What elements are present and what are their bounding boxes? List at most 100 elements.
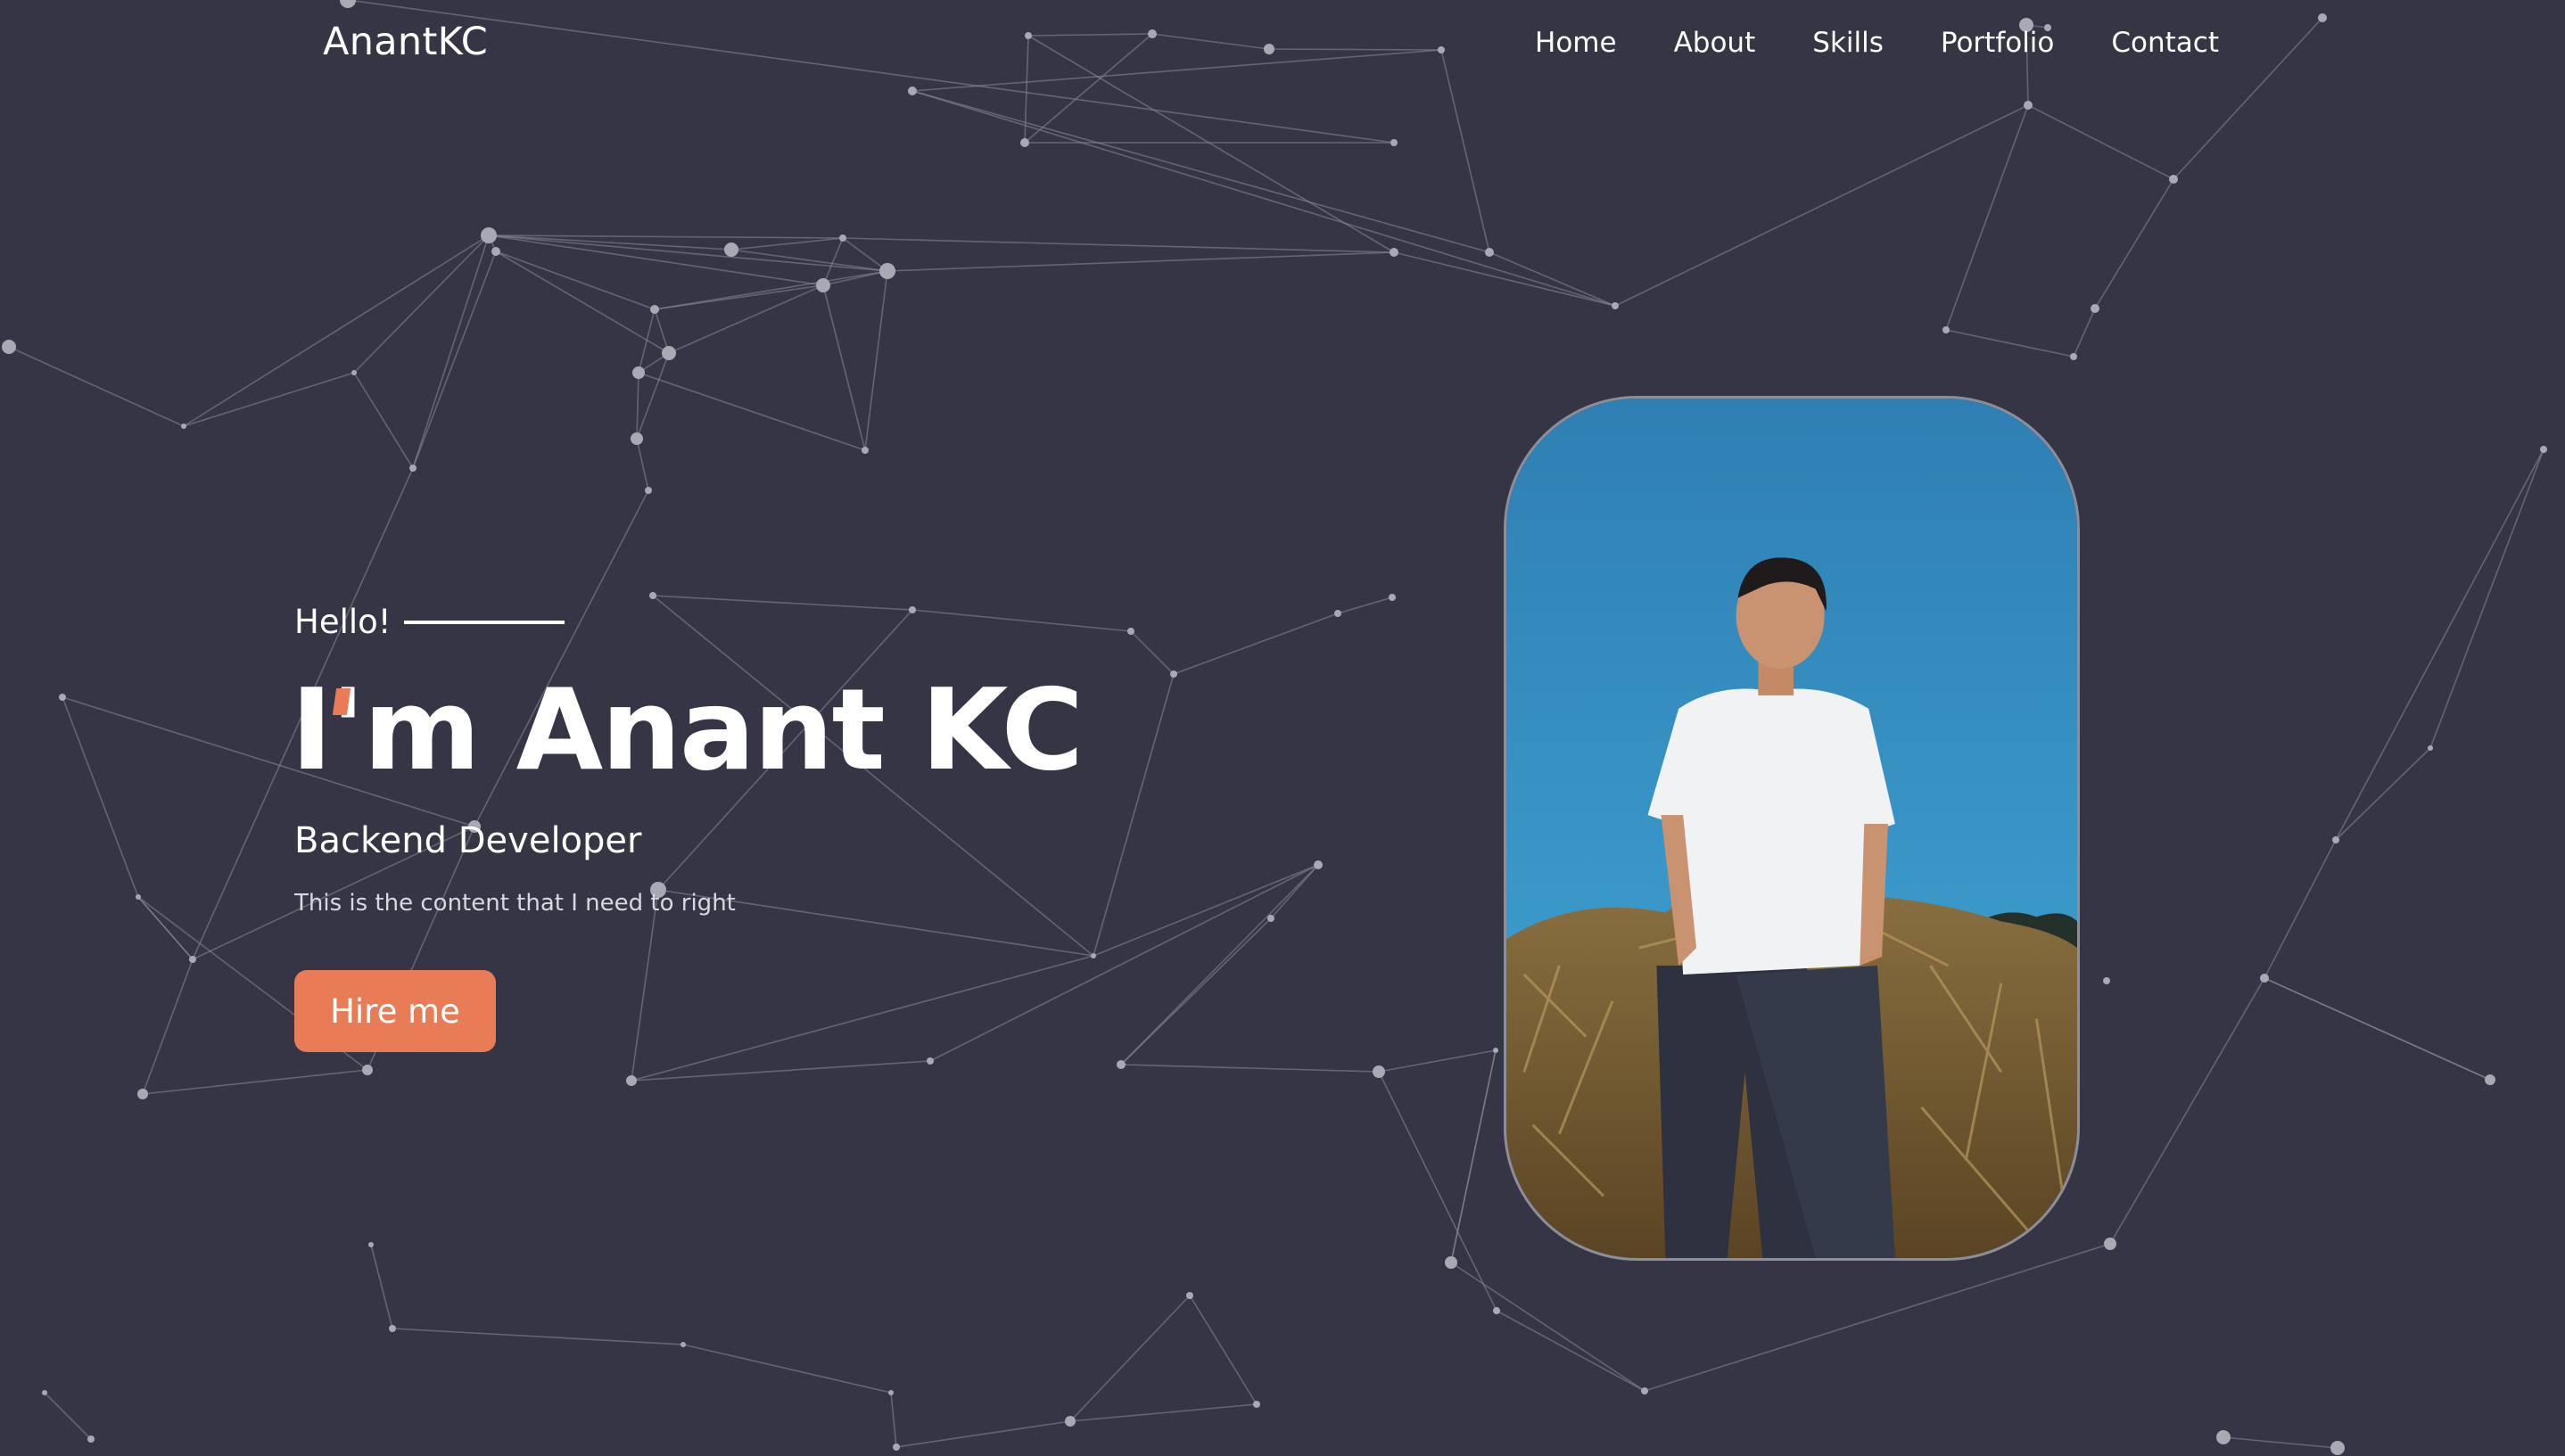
network-link (2027, 104, 2174, 180)
network-link (2335, 747, 2431, 841)
network-node (2330, 1441, 2345, 1455)
network-node (631, 432, 643, 445)
network-node (2318, 13, 2327, 22)
network-node (1091, 953, 1096, 958)
network-link (370, 1244, 393, 1329)
network-link (638, 372, 866, 451)
network-link (2335, 448, 2544, 841)
network-link (1069, 1295, 1191, 1422)
network-link (654, 284, 824, 310)
nav-about[interactable]: About (1674, 27, 1756, 59)
network-link (887, 251, 1395, 272)
network-node (2, 340, 16, 354)
main-nav: Home About Skills Portfolio Contact (1535, 27, 2219, 59)
network-link (1378, 1071, 1497, 1312)
network-node (879, 263, 895, 279)
network-link (636, 372, 639, 440)
network-link (1173, 613, 1339, 675)
network-node (2428, 745, 2433, 751)
network-link (8, 346, 185, 427)
network-node (181, 424, 186, 429)
network-node (2169, 175, 2178, 184)
network-link (347, 0, 1395, 144)
network-node (649, 592, 656, 599)
network-node (189, 956, 196, 963)
network-node (1493, 1048, 1498, 1053)
network-node (362, 1065, 373, 1075)
hire-me-button[interactable]: Hire me (294, 970, 496, 1052)
network-node (368, 1242, 374, 1247)
network-link (1496, 1310, 1645, 1392)
network-node (1390, 248, 1398, 257)
greeting-row: Hello! (294, 603, 565, 641)
network-link (44, 1392, 92, 1440)
network-link (1489, 251, 1616, 307)
network-node (481, 227, 497, 243)
network-link (1393, 251, 1616, 307)
network-node (389, 1325, 396, 1332)
network-node (2024, 101, 2033, 110)
network-link (412, 251, 497, 469)
network-link (495, 251, 656, 310)
network-link (1268, 48, 1442, 51)
hero-description: This is the content that I need to right (294, 890, 736, 917)
network-link (2073, 308, 2096, 358)
network-link (911, 609, 1132, 632)
network-link (2264, 977, 2491, 1081)
network-link (183, 234, 490, 427)
network-link (142, 958, 194, 1095)
network-link (62, 696, 139, 898)
network-link (929, 864, 1319, 1062)
network-link (2223, 1436, 2338, 1449)
network-link (1027, 33, 1153, 37)
network-node (2216, 1430, 2231, 1444)
network-link (822, 284, 866, 451)
network-node (491, 247, 500, 256)
network-link (864, 270, 888, 451)
network-link (2429, 448, 2544, 749)
network-node (2260, 974, 2269, 983)
network-node (59, 694, 66, 701)
network-node (1186, 1292, 1193, 1299)
network-link (1151, 33, 1270, 50)
network-node (1314, 860, 1323, 869)
network-node (626, 1075, 637, 1086)
network-link (1378, 1049, 1497, 1073)
network-link (1189, 1295, 1258, 1405)
brand-logo[interactable]: AnantKC (323, 20, 488, 64)
network-node (1267, 915, 1274, 922)
profile-photo (1504, 396, 2080, 1261)
network-node (650, 305, 659, 314)
network-link (652, 595, 913, 611)
network-node (888, 1390, 894, 1395)
network-node (908, 86, 917, 95)
network-link (488, 234, 844, 239)
network-node (1485, 248, 1494, 257)
network-node (2091, 304, 2099, 313)
network-link (1450, 1049, 1497, 1263)
network-node (1438, 46, 1445, 53)
greeting-divider (403, 620, 565, 624)
network-node (1445, 1256, 1457, 1269)
network-link (911, 90, 1490, 253)
network-node (2104, 1238, 2116, 1250)
network-node (816, 278, 830, 292)
network-link (412, 234, 490, 469)
nav-home[interactable]: Home (1535, 27, 1617, 59)
network-link (1120, 864, 1319, 1065)
network-link (911, 90, 1616, 307)
network-link (654, 270, 888, 310)
network-link (842, 237, 1395, 253)
network-node (862, 447, 869, 454)
network-node (340, 0, 356, 8)
network-node (87, 1435, 95, 1443)
nav-skills[interactable]: Skills (1812, 27, 1884, 59)
network-node (1117, 1060, 1126, 1069)
network-link (631, 955, 1094, 1082)
network-node (1020, 138, 1029, 147)
network-node (1612, 302, 1619, 309)
network-node (351, 370, 357, 375)
nav-portfolio[interactable]: Portfolio (1941, 27, 2055, 59)
network-node (2070, 353, 2077, 360)
nav-contact[interactable]: Contact (2111, 27, 2219, 59)
